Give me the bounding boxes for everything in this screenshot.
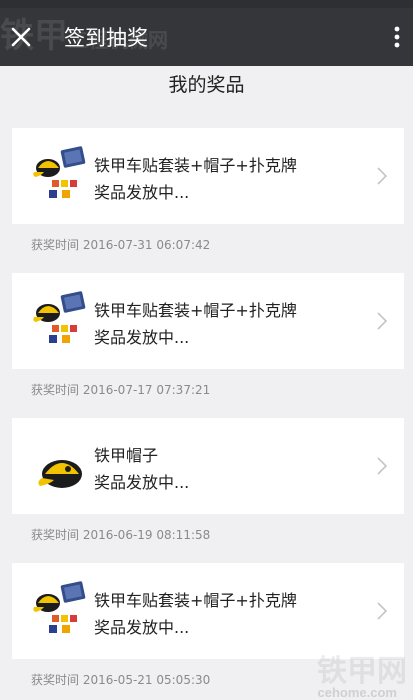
section-title-text: 我的奖品 xyxy=(168,74,245,96)
cap-icon xyxy=(38,460,82,488)
cap-stickers-cards-icon xyxy=(33,581,86,633)
prize-card[interactable]: 铁甲车贴套装+帽子+扑克牌 奖品发放中... xyxy=(12,128,404,224)
cap-stickers-cards-icon xyxy=(33,291,86,343)
section-title: 我的奖品 xyxy=(0,66,413,100)
prize-name: 铁甲车贴套装+帽子+扑克牌 xyxy=(94,591,297,610)
footer-watermark-url: cehome.com xyxy=(317,685,397,700)
prize-status: 奖品发放中... xyxy=(94,618,190,637)
prize-status: 奖品发放中... xyxy=(94,473,190,492)
win-time: 获奖时间 2016-05-21 05:05:30 xyxy=(31,673,211,687)
prize-card[interactable]: 铁甲车贴套装+帽子+扑克牌 奖品发放中... xyxy=(12,563,404,659)
page-title: 签到抽奖 xyxy=(64,26,148,50)
prize-card[interactable]: 铁甲帽子奖品发放中... xyxy=(12,418,404,514)
win-time: 获奖时间 2016-06-19 08:11:58 xyxy=(31,528,211,542)
cap-stickers-cards-icon xyxy=(33,146,86,198)
chevron-right-icon xyxy=(377,602,388,620)
prize-name: 铁甲帽子 xyxy=(94,446,159,465)
prize-name: 铁甲车贴套装+帽子+扑克牌 xyxy=(94,301,297,320)
top-bar: 铁甲工程机械网 签到抽奖 xyxy=(0,8,413,66)
prize-card[interactable]: 铁甲车贴套装+帽子+扑克牌 奖品发放中... xyxy=(12,273,404,369)
chevron-right-icon xyxy=(377,312,388,330)
more-options-icon[interactable] xyxy=(387,22,407,52)
prize-status: 奖品发放中... xyxy=(94,328,190,347)
chevron-right-icon xyxy=(377,167,388,185)
prize-name: 铁甲车贴套装+帽子+扑克牌 xyxy=(94,156,297,175)
win-time: 获奖时间 2016-07-17 07:37:21 xyxy=(31,383,211,397)
prize-status: 奖品发放中... xyxy=(94,183,190,202)
status-bar xyxy=(0,0,413,8)
win-time: 获奖时间 2016-07-31 06:07:42 xyxy=(31,238,211,252)
close-icon[interactable] xyxy=(6,22,36,52)
chevron-right-icon xyxy=(377,457,388,475)
